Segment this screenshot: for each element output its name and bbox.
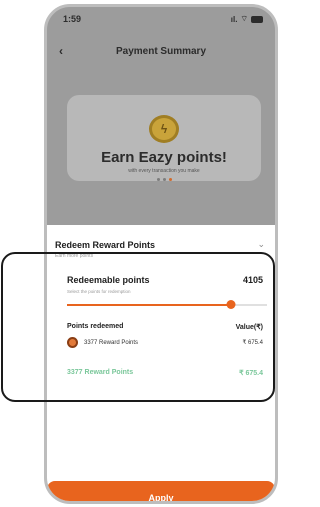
carousel-dot-active[interactable]: [168, 178, 172, 181]
chevron-down-icon[interactable]: ⌄: [257, 239, 265, 250]
carousel-dots: [156, 178, 172, 181]
status-time: 1:59: [63, 14, 82, 24]
points-redeemed-label: Points redeemed: [67, 323, 124, 330]
sheet-title: Redeem Reward Points: [55, 239, 156, 250]
redeemable-row: Redeemable points 4105: [67, 275, 263, 285]
page-title: Payment Summary: [115, 45, 207, 57]
back-icon[interactable]: ‹: [59, 44, 63, 58]
wifi-icon: ⌔: [240, 14, 248, 23]
slider-fill: [67, 304, 231, 306]
phone-frame: 1:59 ıl. ⌔ ‹ Payment Summary ϟ Earn Eazy…: [44, 4, 278, 504]
points-redeemed-header: Points redeemed Value(₹): [67, 323, 263, 331]
total-points-label: 3377 Reward Points: [67, 369, 134, 376]
sheet-subtitle: Earn more points: [55, 253, 94, 259]
coin-icon: ϟ: [149, 115, 179, 143]
total-row: 3377 Reward Points ₹ 675.4: [67, 369, 263, 377]
carousel-dot[interactable]: [162, 178, 166, 181]
points-redeemed-row: 3377 Reward Points ₹ 675.4: [67, 337, 263, 348]
status-bar: 1:59 ıl. ⌔: [47, 7, 275, 31]
value-column-label: Value(₹): [235, 324, 263, 331]
redeemable-value: 4105: [242, 275, 263, 285]
promo-banner: ϟ Earn Eazy points! with every transacti…: [67, 95, 261, 181]
redeem-sheet: Redeem Reward Points ⌄ Earn more points …: [47, 225, 275, 501]
points-slider[interactable]: [67, 299, 267, 311]
total-points-value: ₹ 675.4: [239, 370, 263, 377]
points-redeemed-text: 3377 Reward Points: [84, 339, 139, 346]
points-redeemed-item: 3377 Reward Points: [67, 337, 138, 348]
nav-bar: ‹ Payment Summary: [47, 37, 275, 65]
signal-icon: ıl.: [230, 14, 238, 24]
promo-title: Earn Eazy points!: [101, 149, 227, 166]
redeemable-label: Redeemable points: [67, 275, 150, 285]
points-redeemed-value: ₹ 675.4: [242, 340, 264, 346]
sheet-header[interactable]: Redeem Reward Points ⌄: [55, 239, 265, 250]
slider-thumb[interactable]: [226, 300, 236, 309]
promo-subtitle: with every transaction you make: [128, 168, 200, 174]
apply-button[interactable]: Apply: [47, 481, 275, 501]
battery-icon: [251, 15, 263, 23]
carousel-dot[interactable]: [156, 178, 160, 181]
reward-coin-icon: [67, 337, 78, 348]
status-icons: ıl. ⌔: [231, 14, 263, 24]
redeemable-hint: Select the points for redemption: [67, 289, 131, 294]
